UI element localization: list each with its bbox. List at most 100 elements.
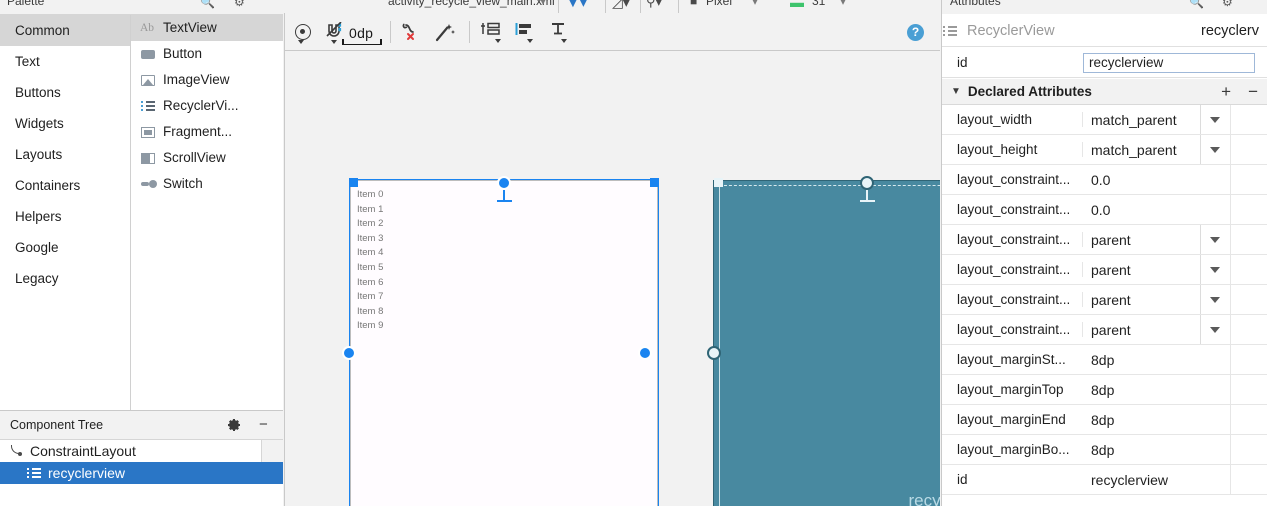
default-margin-icon[interactable]: 0dp xyxy=(341,25,382,45)
palette-category-text[interactable]: Text xyxy=(0,46,130,77)
blueprint-preview[interactable]: recyclerview xyxy=(713,180,940,506)
chevron-down-icon[interactable] xyxy=(1200,105,1229,134)
chevron-down-icon[interactable]: ▼ xyxy=(951,86,961,97)
guidelines-icon[interactable] xyxy=(480,22,504,44)
palette-item-recyclerview[interactable]: RecyclerVi... xyxy=(131,93,283,119)
attribute-action-slot xyxy=(1230,255,1267,284)
switch-icon xyxy=(140,176,157,192)
autoconnect-icon[interactable] xyxy=(324,21,348,44)
device-selector-label[interactable]: Pixel xyxy=(706,0,732,8)
tree-node-constraintlayout[interactable]: ConstraintLayout xyxy=(0,440,283,462)
attribute-action-slot xyxy=(1230,465,1267,494)
table-row[interactable]: layout_marginSt... 8dp xyxy=(942,345,1267,375)
blueprint-mode-icon[interactable]: ◿▾ xyxy=(612,0,630,11)
imageview-icon xyxy=(140,72,156,88)
gear-icon[interactable]: ⚙ xyxy=(234,0,245,9)
chevron-down-icon[interactable] xyxy=(1200,285,1229,314)
zoom-mode-icon[interactable]: ⚲▾ xyxy=(646,0,662,10)
palette-item-switch[interactable]: Switch xyxy=(131,171,283,197)
device-selector-icon[interactable]: ■ xyxy=(690,0,697,8)
attribute-action-slot xyxy=(1230,315,1267,344)
constraint-handle-right[interactable] xyxy=(638,346,652,360)
gear-icon[interactable]: ⚙ xyxy=(1222,0,1233,9)
table-row[interactable]: layout_constraint... parent xyxy=(942,225,1267,255)
attribute-action-slot xyxy=(1230,375,1267,404)
blueprint-constraint-handle-top[interactable] xyxy=(860,176,874,190)
declared-attributes-label: Declared Attributes xyxy=(967,84,1092,99)
editor-tab-caret-icon[interactable]: ▾ xyxy=(540,0,546,8)
pack-icon[interactable] xyxy=(548,22,572,44)
table-row[interactable]: layout_constraint... parent xyxy=(942,315,1267,345)
palette-category-helpers[interactable]: Helpers xyxy=(0,201,130,232)
search-icon[interactable]: 🔍 xyxy=(1189,0,1204,9)
attribute-action-slot xyxy=(1230,405,1267,434)
constraint-handle-left[interactable] xyxy=(342,346,356,360)
align-icon[interactable] xyxy=(514,22,538,44)
table-row[interactable]: layout_marginTop 8dp xyxy=(942,375,1267,405)
help-icon[interactable]: ? xyxy=(907,24,924,41)
table-row[interactable]: layout_width match_parent xyxy=(942,105,1267,135)
table-row[interactable]: layout_constraint... 0.0 xyxy=(942,195,1267,225)
minimize-icon[interactable]: − xyxy=(259,417,268,433)
palette-category-widgets[interactable]: Widgets xyxy=(0,108,130,139)
palette-item-scrollview[interactable]: ScrollView xyxy=(131,145,283,171)
table-row[interactable]: layout_height match_parent xyxy=(942,135,1267,165)
resize-handle-top-right[interactable] xyxy=(650,178,659,187)
api-level-caret-icon[interactable]: ▾ xyxy=(840,0,846,8)
blueprint-constraint-handle-left[interactable] xyxy=(707,346,721,360)
tree-node-recyclerview[interactable]: recyclerview xyxy=(0,462,283,484)
palette-item-imageview[interactable]: ImageView xyxy=(131,67,283,93)
table-row[interactable]: layout_constraint... parent xyxy=(942,255,1267,285)
design-preview[interactable]: Item 0 Item 1 Item 2 Item 3 Item 4 Item … xyxy=(350,180,658,506)
list-item: Item 0 xyxy=(357,189,384,200)
blueprint-resize-handle-top-left[interactable] xyxy=(714,178,723,187)
api-level-icon: ▬ xyxy=(790,0,804,10)
palette-panel: Palette 🔍 ⚙ Common Text Buttons Widgets … xyxy=(0,0,283,411)
component-tree-panel: Component Tree − ConstraintLayout recycl… xyxy=(0,410,283,506)
chevron-down-icon[interactable] xyxy=(1200,135,1229,164)
palette-category-legacy[interactable]: Legacy xyxy=(0,263,130,294)
attribute-key: layout_constraint... xyxy=(942,262,1083,277)
gear-icon[interactable] xyxy=(226,417,242,436)
clear-constraints-icon[interactable] xyxy=(400,22,424,44)
palette-category-google[interactable]: Google xyxy=(0,232,130,263)
design-surface[interactable]: Item 0 Item 1 Item 2 Item 3 Item 4 Item … xyxy=(285,52,940,506)
list-item: Item 1 xyxy=(357,203,384,215)
attributes-header: Attributes 🔍 ⚙ xyxy=(942,0,1267,14)
attribute-key: layout_marginTop xyxy=(957,382,1064,397)
declared-attributes-header[interactable]: ▼ Declared Attributes + − xyxy=(942,79,1267,105)
palette-category-common[interactable]: Common xyxy=(0,15,130,46)
search-icon[interactable]: 🔍 xyxy=(200,0,215,9)
show-constraints-icon[interactable] xyxy=(292,22,316,44)
table-row[interactable]: layout_constraint... 0.0 xyxy=(942,165,1267,195)
attribute-key: layout_marginEnd xyxy=(957,412,1066,427)
recyclerview-icon xyxy=(140,98,156,114)
api-level-label[interactable]: 31 xyxy=(812,0,825,8)
table-row[interactable]: layout_constraint... parent xyxy=(942,285,1267,315)
table-row[interactable]: id recyclerview xyxy=(942,465,1267,495)
palette-category-containers[interactable]: Containers xyxy=(0,170,130,201)
palette-item-textview[interactable]: Ab TextView xyxy=(131,15,283,41)
constraint-handle-top[interactable] xyxy=(497,176,511,190)
design-mode-icon[interactable]: ▼▾ xyxy=(566,0,587,11)
table-row[interactable]: layout_marginBo... 8dp xyxy=(942,435,1267,465)
editor-tab-filename[interactable]: activity_recycle_view_main.xml xyxy=(388,0,555,8)
attribute-key: layout_marginBo... xyxy=(957,442,1070,457)
resize-handle-top-left[interactable] xyxy=(349,178,358,187)
palette-item-fragment[interactable]: Fragment... xyxy=(131,119,283,145)
infer-constraints-icon[interactable] xyxy=(434,22,458,44)
palette-title: Palette xyxy=(7,0,45,8)
palette-category-layouts[interactable]: Layouts xyxy=(0,139,130,170)
palette-category-label: Containers xyxy=(15,178,81,193)
plus-icon[interactable]: + xyxy=(1221,83,1231,100)
chevron-down-icon[interactable] xyxy=(1200,255,1229,284)
palette-category-buttons[interactable]: Buttons xyxy=(0,77,130,108)
palette-item-button[interactable]: Button xyxy=(131,41,283,67)
table-row[interactable]: layout_marginEnd 8dp xyxy=(942,405,1267,435)
id-input[interactable] xyxy=(1083,52,1255,73)
chevron-down-icon[interactable] xyxy=(1200,315,1229,344)
minus-icon[interactable]: − xyxy=(1248,83,1258,100)
chevron-down-icon[interactable] xyxy=(1200,225,1229,254)
device-selector-caret-icon[interactable]: ▾ xyxy=(752,0,758,8)
attribute-key: id xyxy=(957,472,968,487)
